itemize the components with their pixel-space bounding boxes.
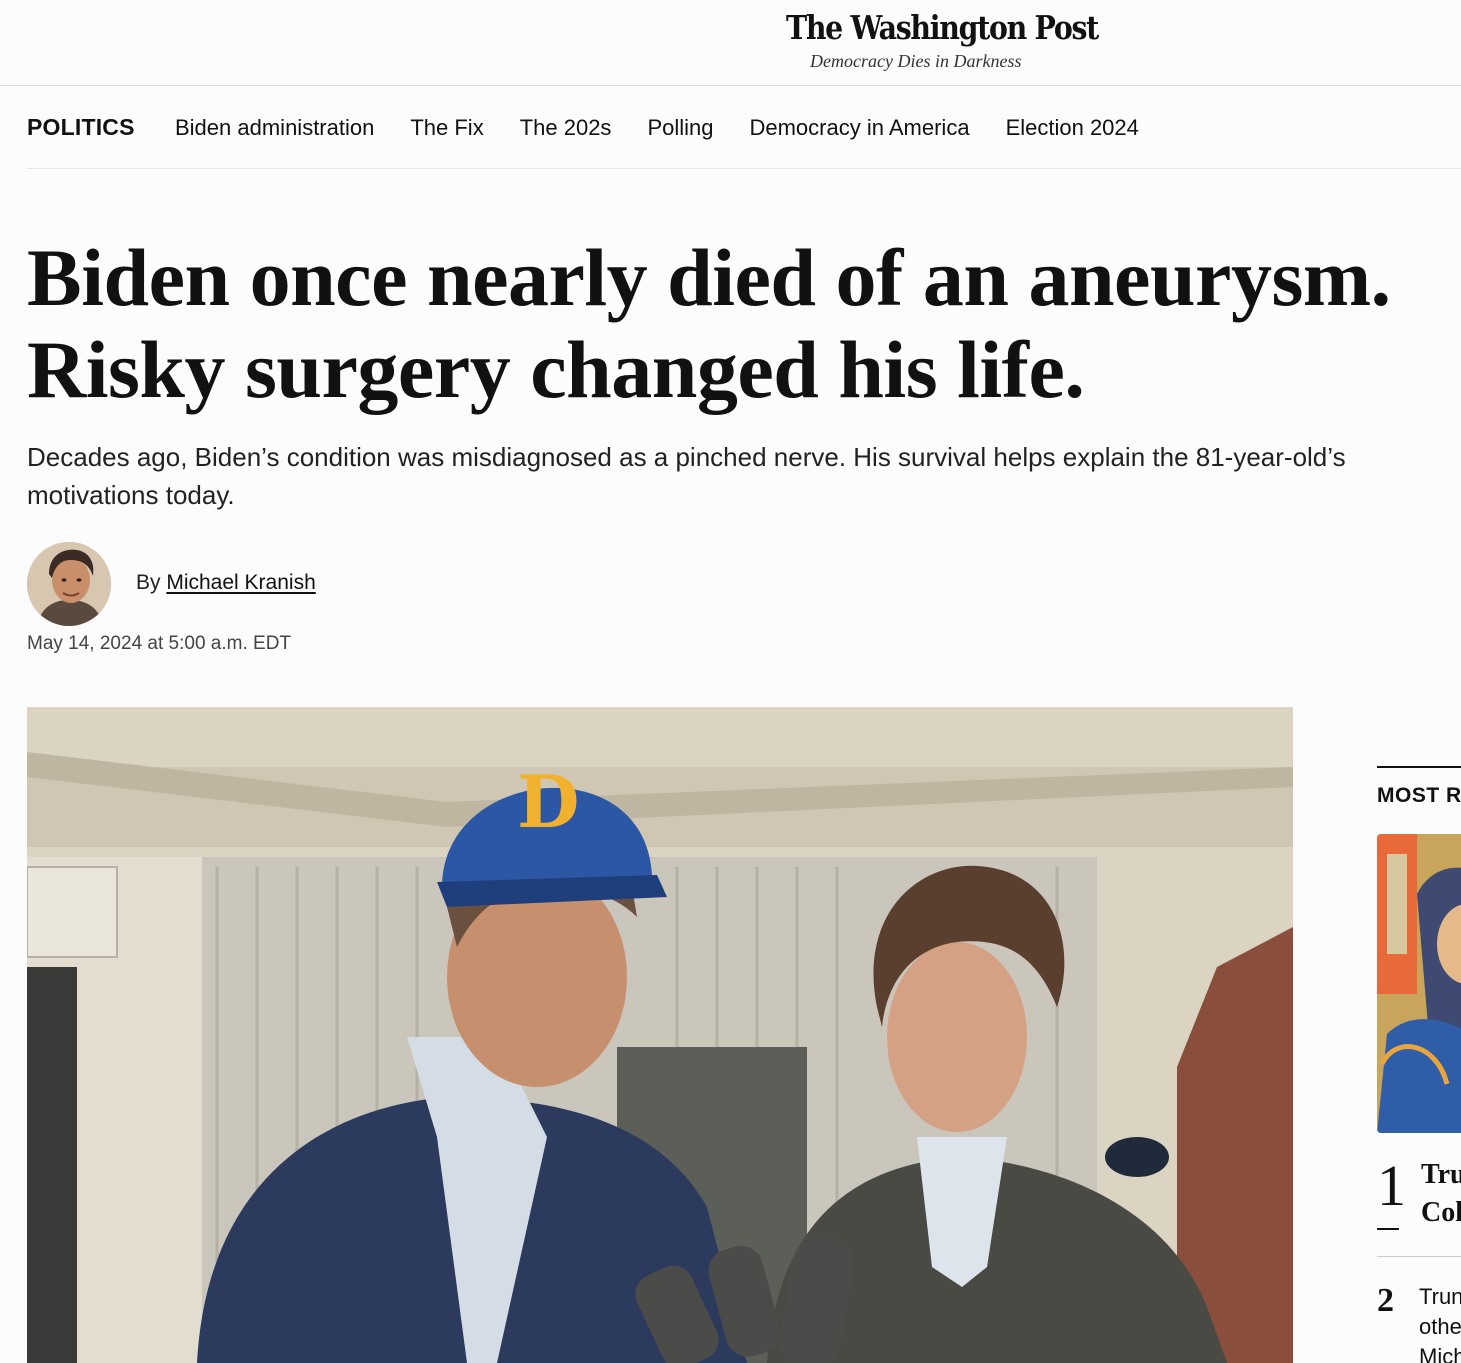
article-dek: Decades ago, Biden’s condition was misdi… bbox=[27, 442, 1346, 510]
headline-2-line-1: Trun bbox=[1419, 1284, 1461, 1309]
rank-1-underline bbox=[1377, 1228, 1399, 1230]
section-nav: POLITICS Biden administration The Fix Th… bbox=[27, 86, 1461, 169]
author-photo-icon bbox=[27, 542, 111, 626]
svg-text:D: D bbox=[517, 759, 579, 844]
nav-link-democracy-in-america[interactable]: Democracy in America bbox=[749, 115, 969, 141]
most-read-thumbnail[interactable] bbox=[1377, 834, 1461, 1133]
rail-top-rule bbox=[1377, 766, 1461, 768]
headline-line-2: Risky surgery changed his life. bbox=[27, 324, 1085, 415]
headline-2-line-2: othe bbox=[1419, 1314, 1461, 1339]
section-label-politics[interactable]: POLITICS bbox=[27, 114, 135, 141]
article-headline: Biden once nearly died of an aneurysm. R… bbox=[27, 232, 1447, 416]
headline-2-line-3: Mich bbox=[1419, 1344, 1461, 1363]
headline-1-line-1: Tru bbox=[1421, 1159, 1461, 1190]
masthead-tagline: Democracy Dies in Darkness bbox=[810, 51, 1022, 71]
most-read-rank-1: 1 bbox=[1377, 1153, 1406, 1218]
headline-line-1: Biden once nearly died of an aneurysm. bbox=[27, 232, 1391, 323]
nav-link-election-2024[interactable]: Election 2024 bbox=[1006, 115, 1139, 141]
section-nav-links: Biden administration The Fix The 202s Po… bbox=[175, 115, 1175, 141]
byline-prefix: By bbox=[136, 571, 167, 594]
most-read-headline-2[interactable]: Trun othe Mich bbox=[1419, 1282, 1461, 1363]
washington-post-logo[interactable]: The Washington Post bbox=[786, 8, 1099, 47]
lead-photo-image: D bbox=[27, 707, 1293, 1363]
most-read-rail: MOST R 1 Tru Col 2 Trun othe Mich bbox=[1377, 766, 1461, 1363]
nav-link-biden-administration[interactable]: Biden administration bbox=[175, 115, 374, 141]
author-avatar[interactable] bbox=[27, 542, 111, 626]
most-read-headline-1[interactable]: Tru Col bbox=[1421, 1156, 1461, 1232]
rail-divider bbox=[1377, 1256, 1461, 1257]
nav-link-polling[interactable]: Polling bbox=[647, 115, 713, 141]
publish-timestamp: May 14, 2024 at 5:00 a.m. EDT bbox=[27, 633, 292, 654]
most-read-rank-2: 2 bbox=[1377, 1282, 1394, 1319]
lead-photo[interactable]: D bbox=[27, 707, 1293, 1363]
headline-1-line-2: Col bbox=[1421, 1197, 1461, 1228]
nav-link-the-202s[interactable]: The 202s bbox=[520, 115, 612, 141]
nav-link-the-fix[interactable]: The Fix bbox=[410, 115, 483, 141]
courtroom-sketch-icon bbox=[1377, 834, 1461, 1133]
byline: By Michael Kranish bbox=[136, 571, 316, 595]
most-read-title: MOST R bbox=[1377, 784, 1461, 807]
masthead: The Washington Post Democracy Dies in Da… bbox=[0, 0, 1461, 86]
author-link[interactable]: Michael Kranish bbox=[166, 571, 315, 594]
